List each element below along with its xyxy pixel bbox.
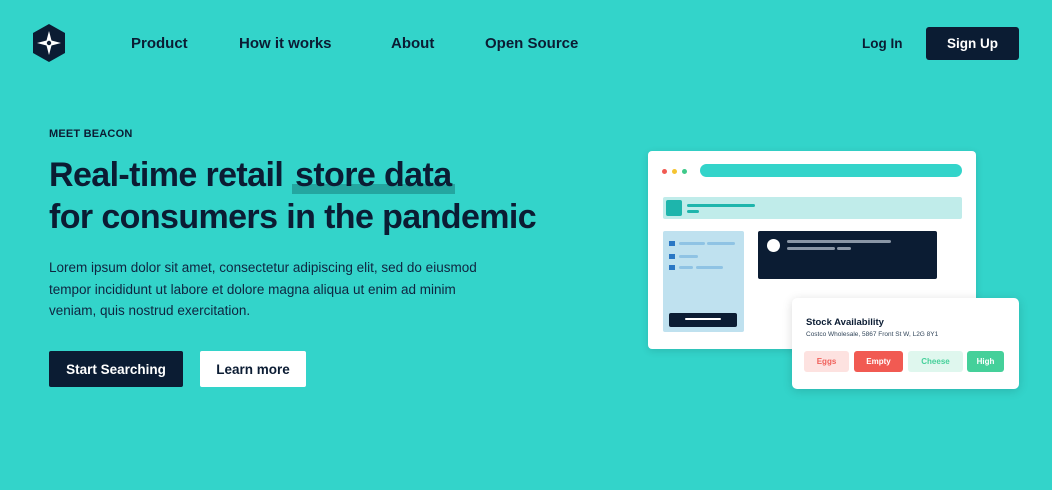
stock-availability-card: Stock Availability Costco Wholesale, 586… — [792, 298, 1019, 389]
learn-more-button[interactable]: Learn more — [200, 351, 306, 387]
login-link[interactable]: Log In — [862, 36, 903, 51]
headline-part1: Real-time retail — [49, 156, 293, 194]
nav-product[interactable]: Product — [131, 35, 188, 52]
mock-text-line — [679, 242, 705, 245]
nav-how-it-works[interactable]: How it works — [239, 35, 332, 52]
nav-about[interactable]: About — [391, 35, 434, 52]
mock-text-line — [679, 266, 693, 269]
nav-open-source[interactable]: Open Source — [485, 35, 578, 52]
mock-text-line — [687, 204, 755, 207]
mock-header-card — [663, 197, 962, 219]
mock-text-line — [679, 255, 698, 258]
mock-text-line — [707, 242, 735, 245]
mock-thumbnail — [666, 200, 682, 216]
eyebrow-label: MEET BEACON — [49, 128, 133, 140]
mock-avatar — [767, 239, 780, 252]
mock-bullet — [669, 241, 675, 246]
mock-text-line — [837, 247, 851, 250]
signup-button[interactable]: Sign Up — [926, 27, 1019, 60]
compass-star-icon — [33, 24, 65, 62]
mock-dark-card — [758, 231, 937, 279]
mock-bullet — [669, 254, 675, 259]
mock-text-line — [787, 247, 835, 250]
mock-sidebar-button — [669, 313, 737, 327]
hero-headline: Real-time retail store data for consumer… — [49, 154, 609, 238]
headline-part2: for consumers in the pandemic — [49, 198, 537, 236]
mock-sidebar — [663, 231, 744, 332]
stock-card-title: Stock Availability — [806, 317, 884, 328]
start-searching-button[interactable]: Start Searching — [49, 351, 183, 387]
mock-text-line — [787, 240, 891, 243]
tag-cheese: Cheese — [908, 351, 963, 372]
url-bar — [700, 164, 962, 177]
tag-empty: Empty — [854, 351, 903, 372]
headline-highlight: store data — [292, 156, 455, 194]
window-dot-yellow — [672, 169, 677, 174]
mock-bullet — [669, 265, 675, 270]
mock-text-line — [685, 318, 721, 320]
tag-high: High — [967, 351, 1004, 372]
beacon-logo[interactable] — [31, 23, 67, 63]
stock-card-address: Costco Wholesale, 5867 Front St W, L2G 8… — [806, 331, 939, 338]
hero-description: Lorem ipsum dolor sit amet, consectetur … — [49, 260, 477, 318]
tag-eggs: Eggs — [804, 351, 849, 372]
mock-text-line — [696, 266, 723, 269]
mock-text-line — [687, 210, 699, 213]
window-dot-green — [682, 169, 687, 174]
window-dot-red — [662, 169, 667, 174]
